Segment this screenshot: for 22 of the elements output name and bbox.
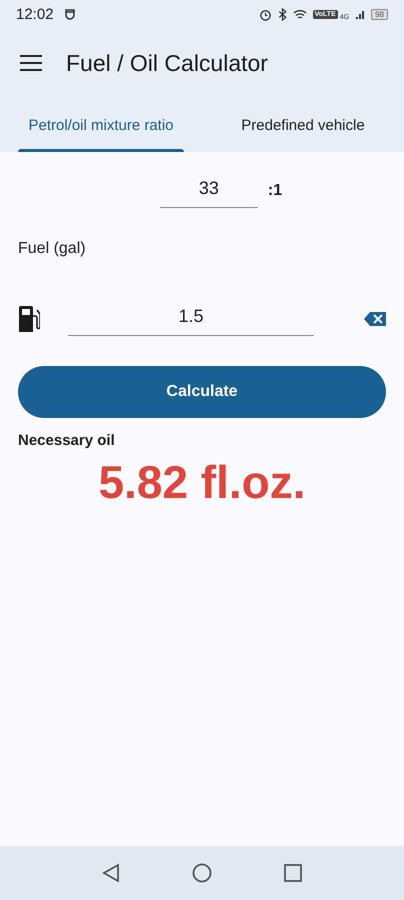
fuel-pump-icon <box>18 306 40 332</box>
calculate-button[interactable]: Calculate <box>18 366 386 418</box>
battery-level: 98 <box>371 8 388 20</box>
bluetooth-icon <box>278 8 287 20</box>
app-title: Fuel / Oil Calculator <box>66 50 268 76</box>
backspace-icon[interactable] <box>364 312 386 326</box>
result-value: 5.82 fl.oz. <box>97 455 307 509</box>
tab[interactable]: Petrol/oil mixture ratio <box>0 98 202 152</box>
recents-icon[interactable] <box>284 864 302 882</box>
fuel-label: Fuel (gal) <box>18 240 87 258</box>
alarm-icon <box>258 8 272 20</box>
status-time: 12:02 <box>16 6 54 22</box>
wifi-icon <box>292 8 307 20</box>
home-icon[interactable] <box>192 863 212 883</box>
ratio-suffix: :1 <box>268 182 282 200</box>
fuel-field[interactable]: 1.5 <box>68 302 314 336</box>
back-icon[interactable] <box>102 863 120 883</box>
result-label: Necessary oil <box>18 432 116 449</box>
signal-icon <box>355 9 366 19</box>
tab[interactable]: Predefined vehicle <box>202 98 404 152</box>
menu-icon[interactable] <box>20 55 42 71</box>
ratio-field[interactable]: 33 <box>160 174 258 208</box>
